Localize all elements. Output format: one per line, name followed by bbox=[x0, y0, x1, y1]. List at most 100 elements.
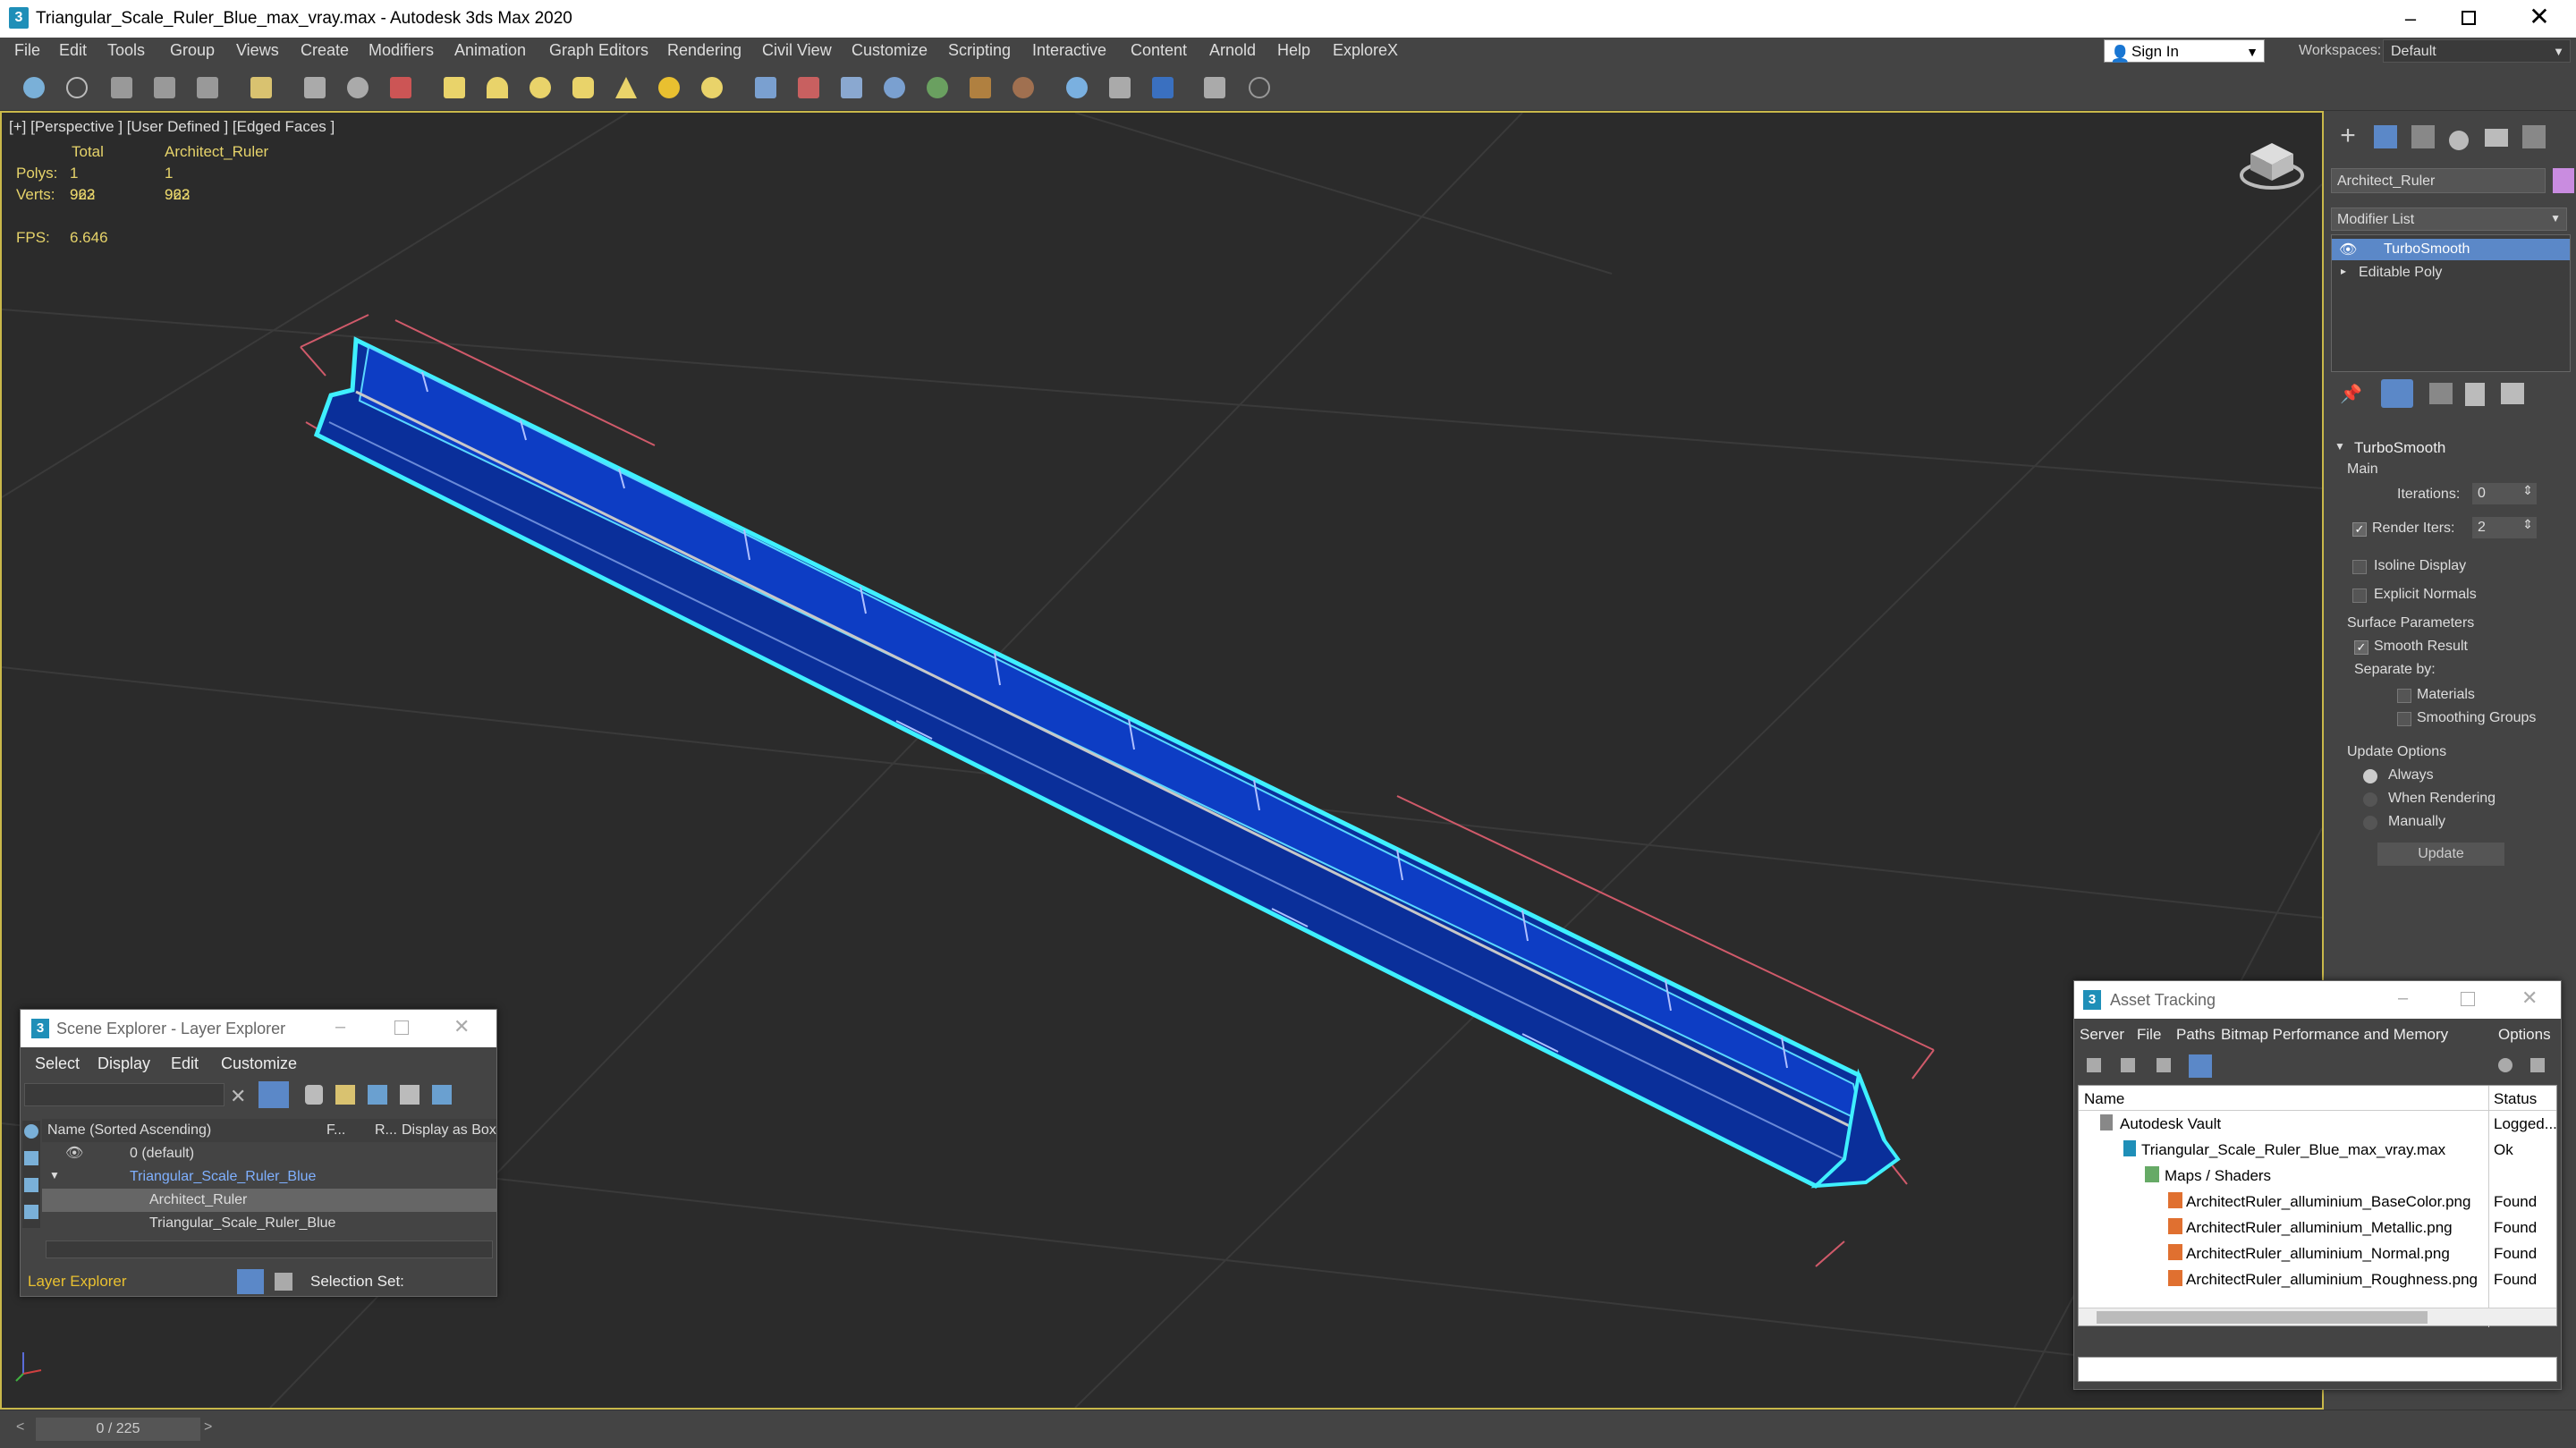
layer-explorer-label[interactable]: Layer Explorer bbox=[28, 1273, 127, 1291]
render-icon[interactable] bbox=[1204, 77, 1225, 98]
menu-animation[interactable]: Animation bbox=[454, 41, 526, 60]
detail-view-icon[interactable] bbox=[2157, 1058, 2171, 1072]
torus-icon[interactable] bbox=[572, 77, 594, 98]
when-rendering-radio[interactable] bbox=[2363, 792, 2377, 807]
help-icon[interactable] bbox=[2498, 1058, 2512, 1072]
update-button[interactable]: Update bbox=[2377, 843, 2504, 866]
box-icon[interactable] bbox=[444, 77, 465, 98]
list-item[interactable]: ▼ Triangular_Scale_Ruler_Blue bbox=[42, 1165, 496, 1189]
new-layer-icon[interactable] bbox=[335, 1085, 355, 1105]
table-row[interactable]: ArchitectRuler_alluminium_BaseColor.png … bbox=[2079, 1189, 2556, 1215]
maximize-button[interactable] bbox=[2462, 11, 2476, 25]
object-name-field[interactable]: Architect_Ruler bbox=[2331, 168, 2546, 193]
show-end-result-icon[interactable] bbox=[2381, 379, 2413, 408]
render-iters-checkbox[interactable]: ✓ bbox=[2352, 522, 2367, 537]
menu-content[interactable]: Content bbox=[1131, 41, 1187, 60]
table-row[interactable]: ArchitectRuler_alluminium_Metallic.png F… bbox=[2079, 1215, 2556, 1241]
at-menu-paths[interactable]: Paths bbox=[2176, 1026, 2215, 1044]
selection-set-icon[interactable] bbox=[275, 1273, 292, 1291]
close-button[interactable]: ✕ bbox=[453, 1015, 470, 1038]
se-menu-edit[interactable]: Edit bbox=[171, 1054, 199, 1073]
material-editor-icon[interactable] bbox=[1066, 77, 1088, 98]
col-frozen-header[interactable]: F... bbox=[326, 1122, 345, 1139]
table-row[interactable]: ArchitectRuler_alluminium_Roughness.png … bbox=[2079, 1266, 2556, 1292]
render-frame-icon[interactable] bbox=[1152, 77, 1174, 98]
se-menu-select[interactable]: Select bbox=[35, 1054, 80, 1073]
minimize-button[interactable]: – bbox=[335, 1017, 345, 1037]
clear-search-icon[interactable]: ✕ bbox=[230, 1085, 246, 1108]
col-status-header[interactable]: Status bbox=[2494, 1090, 2537, 1108]
next-frame-icon[interactable]: > bbox=[204, 1419, 220, 1439]
modifier-stack[interactable]: 👁 TurboSmooth ▸ Editable Poly bbox=[2331, 234, 2571, 372]
filter-icon[interactable] bbox=[258, 1081, 289, 1108]
pin-icon[interactable] bbox=[2530, 1058, 2545, 1072]
align-icon[interactable] bbox=[1013, 77, 1034, 98]
menu-edit[interactable]: Edit bbox=[59, 41, 87, 60]
sun-icon[interactable] bbox=[658, 77, 680, 98]
eye-icon[interactable]: 👁 bbox=[65, 1144, 83, 1162]
menu-graph-editors[interactable]: Graph Editors bbox=[549, 41, 648, 60]
hierarchy-tab-icon[interactable] bbox=[2411, 125, 2435, 148]
menu-tools[interactable]: Tools bbox=[107, 41, 145, 60]
menu-create[interactable]: Create bbox=[301, 41, 349, 60]
modifier-list-dropdown[interactable]: Modifier List ▼ bbox=[2331, 207, 2567, 231]
stack-item-turbosmooth[interactable]: 👁 TurboSmooth bbox=[2332, 239, 2570, 260]
named-selection-icon[interactable] bbox=[927, 77, 948, 98]
scene-explorer-titlebar[interactable]: 3 Scene Explorer - Layer Explorer – ✕ bbox=[21, 1010, 496, 1047]
list-view-icon[interactable] bbox=[2121, 1058, 2135, 1072]
menu-arnold[interactable]: Arnold bbox=[1209, 41, 1256, 60]
window-crossing-icon[interactable] bbox=[390, 77, 411, 98]
expand-arrow-icon[interactable]: ▸ bbox=[2341, 265, 2346, 277]
menu-file[interactable]: File bbox=[14, 41, 40, 60]
prev-frame-icon[interactable]: < bbox=[16, 1419, 32, 1439]
menu-help[interactable]: Help bbox=[1277, 41, 1310, 60]
utilities-tab-icon[interactable] bbox=[2522, 125, 2546, 148]
scrollbar-thumb[interactable] bbox=[2097, 1311, 2428, 1324]
make-unique-icon[interactable] bbox=[2429, 383, 2453, 404]
col-display-box-header[interactable]: Display as Box bbox=[402, 1122, 496, 1139]
angle-snap-icon[interactable] bbox=[798, 77, 819, 98]
add-to-layer-icon[interactable] bbox=[368, 1085, 387, 1105]
maximize-button[interactable] bbox=[2461, 992, 2475, 1006]
manually-radio[interactable] bbox=[2363, 816, 2377, 830]
viewcube[interactable] bbox=[2240, 138, 2304, 191]
eye-icon[interactable]: 👁 bbox=[2339, 241, 2357, 258]
se-horizontal-scrollbar[interactable] bbox=[46, 1241, 493, 1258]
lock-icon[interactable] bbox=[305, 1085, 323, 1105]
render-setup-icon[interactable] bbox=[1109, 77, 1131, 98]
se-menu-customize[interactable]: Customize bbox=[221, 1054, 297, 1073]
at-horizontal-scrollbar[interactable] bbox=[2079, 1308, 2556, 1325]
select-object-icon[interactable] bbox=[304, 77, 326, 98]
at-menu-options[interactable]: Options bbox=[2498, 1026, 2551, 1044]
smoothing-groups-checkbox[interactable] bbox=[2397, 712, 2411, 726]
create-tab-icon[interactable]: + bbox=[2336, 123, 2360, 149]
configure-modifier-sets-icon[interactable] bbox=[2501, 383, 2524, 404]
menu-views[interactable]: Views bbox=[236, 41, 279, 60]
menu-rendering[interactable]: Rendering bbox=[667, 41, 741, 60]
workspaces-dropdown[interactable]: Default ▼ bbox=[2383, 39, 2571, 63]
pin-stack-icon[interactable]: 📌 bbox=[2340, 383, 2362, 404]
list-item[interactable]: Architect_Ruler bbox=[42, 1189, 496, 1212]
cone-icon[interactable] bbox=[615, 77, 637, 98]
table-row[interactable]: Autodesk Vault Logged... bbox=[2079, 1111, 2557, 1137]
menu-interactive[interactable]: Interactive bbox=[1032, 41, 1106, 60]
spinner-snap-icon[interactable] bbox=[884, 77, 905, 98]
bind-spacewarp-icon[interactable] bbox=[197, 77, 218, 98]
explicit-normals-checkbox[interactable] bbox=[2352, 589, 2367, 603]
se-search-input[interactable] bbox=[24, 1083, 225, 1106]
close-button[interactable]: ✕ bbox=[2526, 4, 2553, 30]
object-color-swatch[interactable] bbox=[2553, 168, 2574, 193]
table-row[interactable]: ArchitectRuler_alluminium_Normal.png Fou… bbox=[2079, 1241, 2556, 1266]
menu-customize[interactable]: Customize bbox=[852, 41, 928, 60]
mirror-icon[interactable] bbox=[970, 77, 991, 98]
refresh-icon[interactable] bbox=[2087, 1058, 2101, 1072]
snaps-icon[interactable] bbox=[755, 77, 776, 98]
list-item[interactable]: Triangular_Scale_Ruler_Blue bbox=[42, 1212, 496, 1235]
display-lights-icon[interactable] bbox=[24, 1178, 38, 1192]
help-icon[interactable] bbox=[1249, 77, 1270, 98]
close-button[interactable]: ✕ bbox=[2521, 987, 2538, 1010]
col-name-header[interactable]: Name bbox=[2084, 1090, 2124, 1108]
display-none-icon[interactable] bbox=[24, 1124, 38, 1139]
at-menu-file[interactable]: File bbox=[2137, 1026, 2161, 1044]
display-cameras-icon[interactable] bbox=[24, 1205, 38, 1219]
